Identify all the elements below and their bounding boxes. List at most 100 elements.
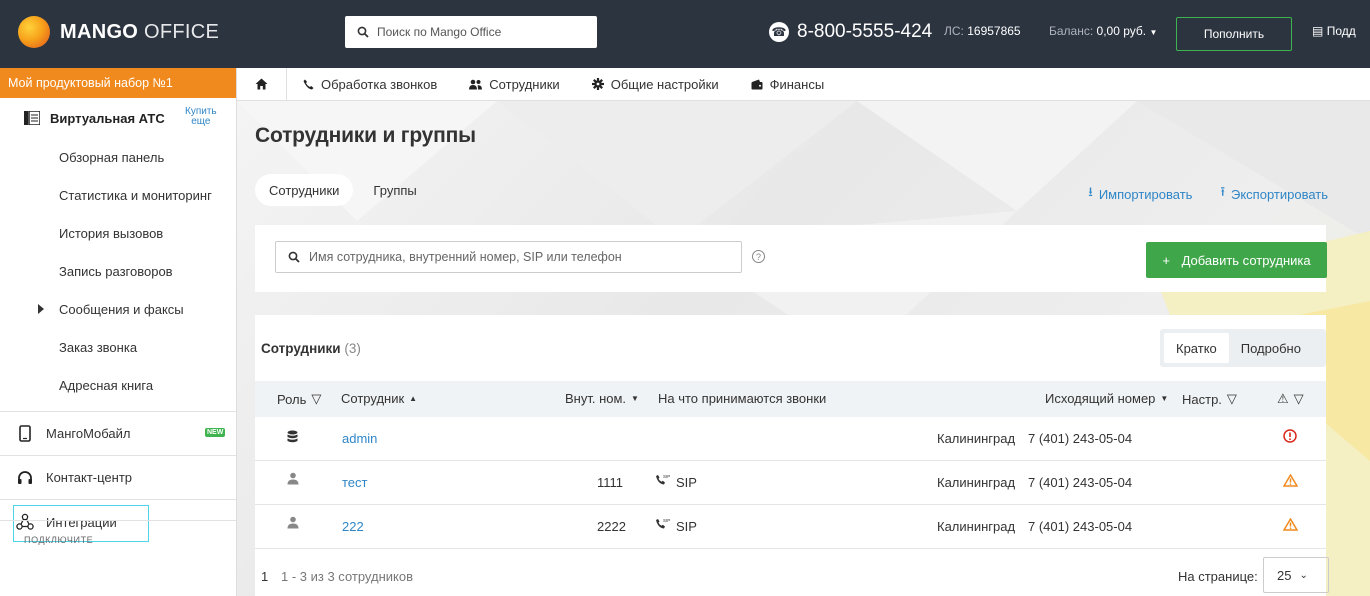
search-icon [288,251,300,263]
export-link[interactable]: ⭱ Экспортировать [1220,183,1328,205]
sidebar-item-dashboard[interactable]: Обзорная панель [0,138,236,176]
buy-more-link[interactable]: Купить еще [185,107,217,127]
download-icon: ⭳ [1088,184,1093,199]
receive-type: SIP [676,475,697,490]
chevron-down-icon: ⌄ [1299,569,1308,581]
pager-info: 1 - 3 из 3 сотрудников [281,569,413,584]
city: Калининград [937,519,1016,534]
import-link[interactable]: ⭳ Импортировать [1088,183,1192,205]
nav-finance[interactable]: Финансы [735,77,841,92]
mobile-phone-icon [16,425,34,443]
error-icon[interactable] [1283,429,1297,446]
filter-icon: ▽ [311,391,322,406]
employee-search[interactable] [275,241,742,273]
col-settings[interactable]: Настр. ▽ [1182,391,1237,407]
outgoing-number: 7 (401) 243-05-04 [1028,519,1133,534]
col-employee[interactable]: Сотрудник ▲ [341,391,417,406]
tab-employees[interactable]: Сотрудники [255,174,354,206]
help-icon[interactable]: ? [752,250,765,263]
sort-up-icon: ▲ [409,394,418,403]
outgoing-number: 7 (401) 243-05-04 [1028,431,1133,446]
sidebar-item-statistics[interactable]: Статистика и мониторинг [0,176,236,214]
city: Калининград [937,431,1016,446]
tabs: Сотрудники Группы [255,174,431,206]
home-button[interactable] [237,67,287,101]
sidebar-item-callback-order[interactable]: Заказ звонка [0,328,236,366]
sidebar-item-address-book[interactable]: Адресная книга [0,366,236,404]
employee-search-card: ? + Добавить сотрудника [255,225,1327,292]
receive-type: SIP [676,519,697,534]
topup-button[interactable]: Пополнить [1176,17,1292,51]
col-extension[interactable]: Внут. ном. ▼ [565,391,639,406]
extension: 1111 [597,475,624,490]
headphones-icon [16,469,34,487]
upload-icon: ⭱ [1220,184,1225,199]
sidebar-section-mango-mobile[interactable]: МангоМобайл NEW [0,412,236,456]
top-bar: MANGO OFFICE ☎ 8-800-5555-424 ЛС: 169578… [0,0,1370,68]
virtual-pbx-header[interactable]: Виртуальная АТС Купить еще [0,98,236,138]
table-row[interactable]: admin Калининград 7 (401) 243-05-04 [255,417,1326,461]
search-icon [357,26,369,38]
sidebar-section-contact-center[interactable]: Контакт-центр [0,456,236,500]
sip-icon: SIP [655,517,671,533]
phone-number[interactable]: ☎ 8-800-5555-424 [769,16,932,48]
employee-name-link[interactable]: 222 [342,519,364,534]
support-link[interactable]: ▤ Подд [1312,24,1356,38]
employee-search-input[interactable] [309,250,729,264]
global-search-input[interactable] [377,25,587,39]
logo-text: MANGO OFFICE [60,20,220,43]
tab-groups[interactable]: Группы [359,174,430,206]
col-alerts[interactable]: ⚠ ▽ [1277,391,1304,407]
add-employee-button[interactable]: + Добавить сотрудника [1146,242,1327,278]
col-receive[interactable]: На что принимаются звонки [658,391,826,406]
warning-icon[interactable] [1282,517,1299,534]
user-icon [287,516,299,532]
extension: 2222 [597,519,626,534]
table-row[interactable]: 222 2222 SIP SIP Калининград 7 (401) 243… [255,505,1326,549]
users-icon [469,79,483,89]
col-outgoing[interactable]: Исходящий номер ▼ [1045,391,1168,406]
warning-icon[interactable] [1282,473,1299,490]
col-role[interactable]: Роль ▽ [277,391,321,407]
sidebar-item-messages-faxes[interactable]: Сообщения и факсы [0,290,236,328]
wallet-icon [751,79,763,89]
virtual-pbx-title: Виртуальная АТС [50,110,165,126]
account-number: ЛС: 16957865 [944,24,1021,38]
sort-down-icon: ▼ [631,394,639,403]
plus-icon: + [1162,252,1170,268]
table-row[interactable]: тест 1111 SIP SIP Калининград 7 (401) 24… [255,461,1326,505]
database-icon [287,430,298,446]
page-number[interactable]: 1 [261,569,268,584]
pbx-icon [24,111,40,125]
balance[interactable]: Баланс: 0,00 руб. ▼ [1049,24,1157,38]
chat-icon: ▤ [1312,24,1324,38]
product-bundle[interactable]: Мой продуктовый набор №1 [0,68,236,98]
table-footer: 1 1 - 3 из 3 сотрудников На странице: 25… [255,549,1329,596]
view-short-button[interactable]: Кратко [1164,333,1229,363]
gear-icon [591,78,604,90]
table-header: Роль ▽ Сотрудник ▲ Внут. ном. ▼ На что прин… [255,381,1326,417]
phone-text: 8-800-5555-424 [797,21,933,42]
caret-down-icon: ▼ [1149,28,1158,37]
view-detailed-button[interactable]: Подробно [1229,333,1313,363]
svg-text:SIP: SIP [663,474,670,479]
per-page-select[interactable]: 25 ⌄ [1263,557,1329,593]
nav-general-settings[interactable]: Общие настройки [576,77,735,92]
outgoing-number: 7 (401) 243-05-04 [1028,475,1133,490]
sidebar-item-recordings[interactable]: Запись разговоров [0,252,236,290]
sidebar-item-call-history[interactable]: История вызовов [0,214,236,252]
city: Калининград [937,475,1016,490]
employee-name-link[interactable]: admin [342,431,377,446]
mango-logo-icon [18,16,50,48]
connect-section-label: ПОДКЛЮЧИТЕ [0,520,236,596]
filter-icon: ▽ [1293,391,1304,406]
global-search[interactable] [345,16,597,48]
table-title: Сотрудники (3) [261,341,361,356]
nav-call-processing[interactable]: Обработка звонков [287,77,453,92]
headset-icon: ☎ [769,22,789,42]
nav-employees[interactable]: Сотрудники [453,77,575,92]
sip-icon: SIP [655,473,671,489]
svg-text:SIP: SIP [663,518,670,523]
logo[interactable]: MANGO OFFICE [18,12,219,52]
employee-name-link[interactable]: тест [342,475,368,490]
